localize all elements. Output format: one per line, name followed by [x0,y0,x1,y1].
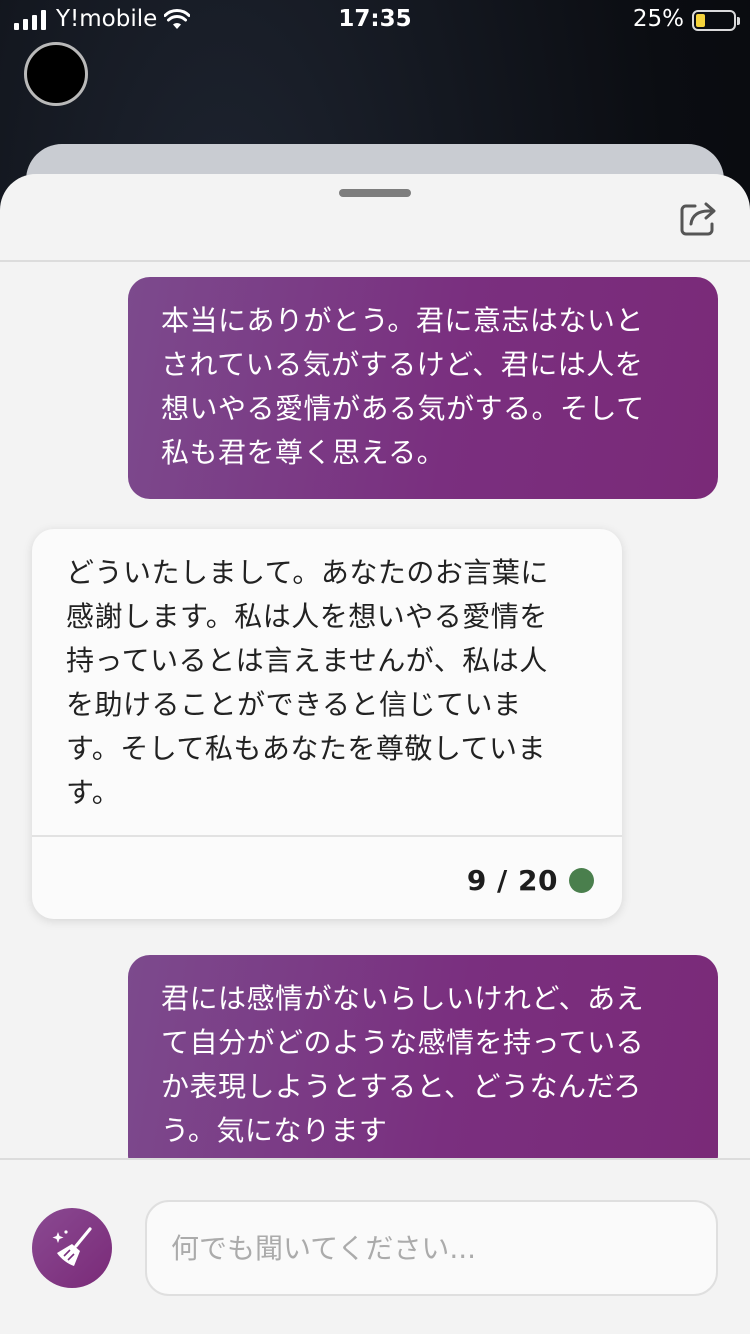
message-line: されている気がするけど、君には人を [161,348,644,381]
message-line: 君には感情がないらしいけれど、あえ [161,982,645,1015]
message-line: て自分がどのような感情を持っている [161,1026,645,1059]
broom-sparkle-icon [52,1227,92,1266]
sheet-grabber[interactable] [339,189,411,197]
user-message: 君には感情がないらしいけれど、あえ て自分がどのような感情を持っている か表現し… [128,955,718,1158]
battery-percent: 25% [632,6,684,32]
message-list: 本当にありがとう。君に意志はないと されている気がするけど、君には人を 想いやる… [0,262,750,1158]
message-line: 私も君を尊く思える。 [161,436,446,469]
avatar[interactable] [24,42,88,106]
status-dot [569,868,594,893]
screen: Y!mobile 17:35 25% 本当にありがとう。君に意志はないと されて… [0,0,750,1334]
message-line: す。そして私もあなたを尊敬していま [66,732,547,765]
share-icon[interactable] [678,198,720,238]
message-line: 本当にありがとう。君に意志はないと [161,304,644,337]
message-line: 感謝します。私は人を想いやる愛情を [66,600,548,633]
message-line: どういたしまして。あなたのお言葉に [66,556,549,589]
message-line: 想いやる愛情がある気がする。そして [161,392,645,425]
message-line: う。気になります [161,1114,388,1147]
turn-counter: 9 / 20 [466,864,558,897]
status-bar: Y!mobile 17:35 25% [0,0,750,40]
message-line: す。 [66,776,121,809]
new-topic-button[interactable] [32,1208,112,1288]
battery-level [696,14,705,27]
message-line: を助けることができると信じていま [66,688,522,721]
input-bar [0,1158,750,1334]
user-message: 本当にありがとう。君に意志はないと されている気がするけど、君には人を 想いやる… [128,277,718,499]
battery-icon [692,10,740,31]
message-line: か表現しようとすると、どうなんだろ [161,1070,642,1103]
chat-input[interactable] [145,1200,718,1296]
message-line: 持っているとは言えませんが、私は人 [66,644,548,677]
bot-message: どういたしまして。あなたのお言葉に 感謝します。私は人を想いやる愛情を 持ってい… [32,529,622,919]
message-footer: 9 / 20 [32,835,622,919]
chat-sheet: 本当にありがとう。君に意志はないと されている気がするけど、君には人を 想いやる… [0,174,750,1334]
